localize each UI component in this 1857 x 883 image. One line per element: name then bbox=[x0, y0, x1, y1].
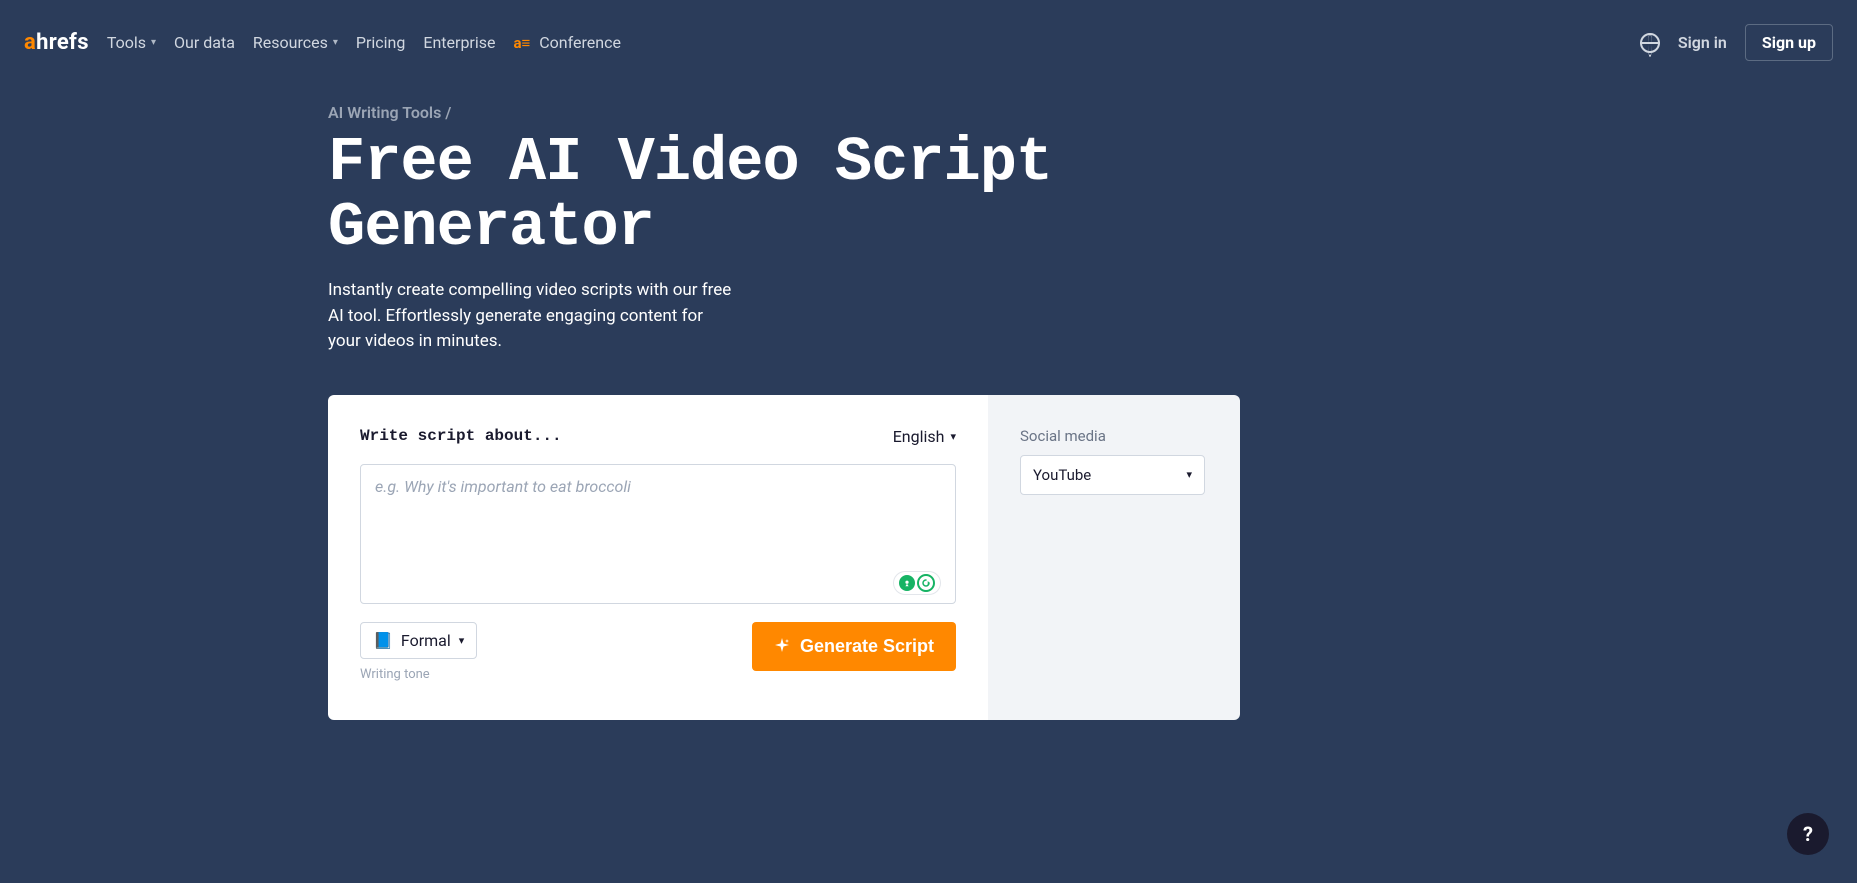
nav-our-data[interactable]: Our data bbox=[174, 33, 235, 52]
nav-enterprise-label: Enterprise bbox=[423, 33, 495, 52]
social-value: YouTube bbox=[1033, 466, 1091, 484]
extension-badge-icon[interactable] bbox=[899, 575, 915, 591]
nav-resources[interactable]: Resources ▾ bbox=[253, 33, 338, 52]
nav-conference[interactable]: a≡ Conference bbox=[513, 33, 620, 52]
header-right: Sign in Sign up bbox=[1640, 24, 1833, 61]
chevron-down-icon: ▾ bbox=[950, 430, 956, 443]
social-label: Social media bbox=[1020, 427, 1208, 445]
chevron-down-icon: ▾ bbox=[459, 634, 465, 647]
nav-pricing[interactable]: Pricing bbox=[356, 33, 406, 52]
generate-label: Generate Script bbox=[800, 636, 934, 657]
chevron-down-icon: ▾ bbox=[1186, 468, 1192, 481]
conference-icon: a≡ bbox=[513, 34, 530, 52]
breadcrumb: AI Writing Tools / bbox=[328, 103, 1240, 122]
form-container: Write script about... English ▾ bbox=[328, 395, 1240, 720]
main-nav: Tools ▾ Our data Resources ▾ Pricing Ent… bbox=[107, 33, 621, 52]
help-button[interactable]: ? bbox=[1787, 813, 1829, 855]
grammarly-icon[interactable] bbox=[917, 574, 935, 592]
form-top: Write script about... English ▾ bbox=[360, 427, 956, 446]
nav-tools-label: Tools bbox=[107, 33, 146, 52]
chevron-down-icon: ▾ bbox=[151, 37, 156, 48]
header: ahrefs Tools ▾ Our data Resources ▾ Pric… bbox=[0, 0, 1857, 85]
tone-value: Formal bbox=[401, 631, 451, 650]
social-select[interactable]: YouTube ▾ bbox=[1020, 455, 1205, 495]
logo-text: hrefs bbox=[36, 30, 89, 55]
language-value: English bbox=[893, 427, 945, 446]
nav-enterprise[interactable]: Enterprise bbox=[423, 33, 495, 52]
tone-select[interactable]: 📘 Formal ▾ bbox=[360, 622, 477, 659]
nav-conference-label: Conference bbox=[539, 33, 621, 52]
breadcrumb-sep: / bbox=[441, 103, 451, 122]
textarea-wrap bbox=[360, 464, 956, 608]
breadcrumb-parent[interactable]: AI Writing Tools bbox=[328, 103, 441, 122]
form-label: Write script about... bbox=[360, 427, 562, 445]
form-bottom: 📘 Formal ▾ Writing tone Generate Script bbox=[360, 622, 956, 682]
logo-accent: a bbox=[24, 30, 36, 55]
tone-caption: Writing tone bbox=[360, 667, 477, 682]
nav-pricing-label: Pricing bbox=[356, 33, 406, 52]
signin-link[interactable]: Sign in bbox=[1678, 33, 1727, 52]
logo[interactable]: ahrefs bbox=[24, 30, 89, 55]
globe-icon[interactable] bbox=[1640, 33, 1660, 53]
page-subtitle: Instantly create compelling video script… bbox=[328, 278, 738, 355]
extension-badges bbox=[894, 572, 940, 594]
signup-button[interactable]: Sign up bbox=[1745, 24, 1833, 61]
header-left: ahrefs Tools ▾ Our data Resources ▾ Pric… bbox=[24, 30, 621, 55]
nav-tools[interactable]: Tools ▾ bbox=[107, 33, 156, 52]
language-select[interactable]: English ▾ bbox=[893, 427, 956, 446]
form-right: Social media YouTube ▾ bbox=[988, 395, 1240, 720]
content: AI Writing Tools / Free AI Video Script … bbox=[328, 103, 1240, 720]
generate-button[interactable]: Generate Script bbox=[752, 622, 956, 671]
tone-emoji-icon: 📘 bbox=[373, 631, 393, 650]
chevron-down-icon: ▾ bbox=[333, 37, 338, 48]
form-left: Write script about... English ▾ bbox=[328, 395, 988, 720]
nav-our-data-label: Our data bbox=[174, 33, 235, 52]
script-input[interactable] bbox=[360, 464, 956, 604]
nav-resources-label: Resources bbox=[253, 33, 328, 52]
tone-wrap: 📘 Formal ▾ Writing tone bbox=[360, 622, 477, 682]
sparkle-icon bbox=[774, 638, 790, 654]
page-title: Free AI Video Script Generator bbox=[328, 130, 1240, 260]
